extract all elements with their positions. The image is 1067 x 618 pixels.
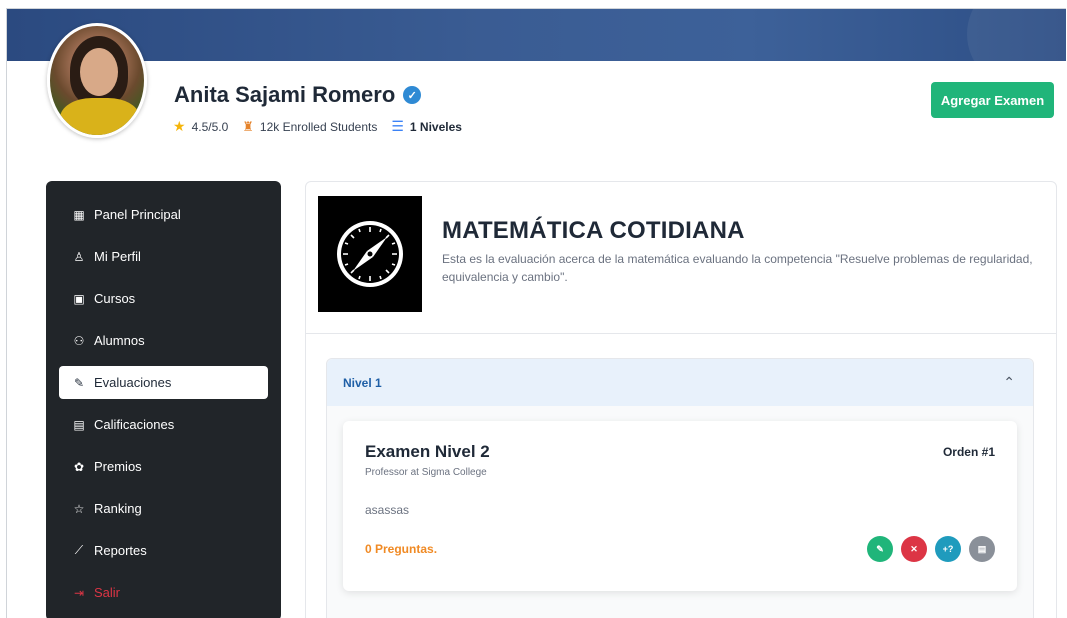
- sidebar-item-label: Panel Principal: [94, 207, 181, 222]
- sidebar: ▦ Panel Principal ♙ Mi Perfil ▣ Cursos ⚇…: [46, 181, 281, 618]
- profile-name: Anita Sajami Romero ✓: [174, 82, 422, 108]
- sidebar-item-label: Evaluaciones: [94, 375, 172, 390]
- question-count: 0 Preguntas.: [365, 542, 438, 556]
- profile-name-text: Anita Sajami Romero: [174, 82, 396, 107]
- levels-text: 1 Niveles: [409, 119, 462, 134]
- exam-title: Examen Nivel 2: [365, 442, 490, 461]
- accordion-title: Nivel 1: [343, 375, 382, 390]
- card-icon: ▤: [73, 417, 85, 432]
- trophy-icon: ♜: [242, 118, 254, 134]
- sidebar-item-ranking[interactable]: ☆ Ranking: [59, 492, 268, 525]
- level-accordion: Nivel 1 ⌃ Examen Nivel 2 Professor at Si…: [326, 358, 1034, 618]
- add-question-icon: +?: [942, 544, 954, 554]
- sidebar-item-evaluaciones[interactable]: ✎ Evaluaciones: [59, 366, 268, 399]
- close-icon: ✕: [910, 543, 918, 554]
- logout-icon: ⇥: [73, 585, 85, 600]
- students-text: 12k Enrolled Students: [259, 119, 378, 134]
- add-exam-button[interactable]: Agregar Examen: [931, 82, 1054, 118]
- sidebar-item-premios[interactable]: ✿ Premios: [59, 450, 268, 483]
- avatar: [47, 23, 147, 138]
- edit-icon: ✎: [73, 375, 85, 390]
- sidebar-item-calificaciones[interactable]: ▤ Calificaciones: [59, 408, 268, 441]
- sidebar-item-label: Reportes: [94, 543, 147, 558]
- add-question-button[interactable]: +?: [935, 536, 961, 562]
- user-icon: ♙: [73, 249, 85, 264]
- exam-actions: ✎ ✕ +? ▤: [867, 536, 995, 562]
- sidebar-item-label: Premios: [94, 459, 142, 474]
- card-icon: ▤: [977, 543, 987, 554]
- chevron-up-icon[interactable]: ⌃: [1003, 374, 1015, 391]
- course-title: MATEMÁTICA COTIDIANA: [442, 217, 745, 244]
- course-card: MATEMÁTICA COTIDIANA Esta es la evaluaci…: [305, 181, 1057, 618]
- banner-decoration: [967, 9, 1066, 61]
- compass-icon: [337, 221, 403, 287]
- award-icon: ✿: [73, 459, 85, 474]
- delete-button[interactable]: ✕: [901, 536, 927, 562]
- sidebar-item-panel-principal[interactable]: ▦ Panel Principal: [59, 198, 268, 231]
- sidebar-item-alumnos[interactable]: ⚇ Alumnos: [59, 324, 268, 357]
- sidebar-item-mi-perfil[interactable]: ♙ Mi Perfil: [59, 240, 268, 273]
- users-icon: ⚇: [73, 333, 85, 348]
- sidebar-item-label: Calificaciones: [94, 417, 175, 432]
- sidebar-item-label: Salir: [94, 585, 121, 600]
- app-frame: Anita Sajami Romero ✓ ★ 4.5/5.0 ♜ 12k En…: [6, 8, 1066, 618]
- sidebar-item-reportes[interactable]: ⟋ Reportes: [59, 534, 268, 567]
- list-icon: ☰: [391, 118, 404, 134]
- sidebar-item-label: Mi Perfil: [94, 249, 141, 264]
- sidebar-item-salir[interactable]: ⇥ Salir: [59, 576, 268, 609]
- sidebar-item-label: Ranking: [94, 501, 142, 516]
- course-description: Esta es la evaluación acerca de la matem…: [442, 252, 1033, 284]
- verified-icon: ✓: [403, 86, 422, 104]
- edit-icon: ✎: [876, 543, 884, 554]
- course-thumbnail: [318, 196, 422, 312]
- star-outline-icon: ☆: [73, 501, 85, 516]
- exam-order: Orden #1: [942, 445, 995, 459]
- grid-icon: ▦: [73, 207, 85, 222]
- sidebar-item-label: Cursos: [94, 291, 136, 306]
- exam-subtitle: Professor at Sigma College: [365, 467, 487, 478]
- sidebar-item-cursos[interactable]: ▣ Cursos: [59, 282, 268, 315]
- details-button[interactable]: ▤: [969, 536, 995, 562]
- edit-button[interactable]: ✎: [867, 536, 893, 562]
- course-header: MATEMÁTICA COTIDIANA Esta es la evaluaci…: [306, 182, 1056, 334]
- video-icon: ▣: [73, 291, 85, 306]
- exam-description: asassas: [365, 503, 410, 517]
- exam-card: Examen Nivel 2 Professor at Sigma Colleg…: [343, 421, 1017, 591]
- profile-stats: ★ 4.5/5.0 ♜ 12k Enrolled Students ☰ 1 Ni…: [173, 118, 462, 135]
- sidebar-item-label: Alumnos: [94, 333, 145, 348]
- rating-text: 4.5/5.0: [191, 119, 229, 134]
- accordion-header[interactable]: Nivel 1 ⌃: [327, 359, 1033, 406]
- profile-banner: [7, 9, 1066, 61]
- star-icon: ★: [173, 118, 186, 134]
- chart-icon: ⟋: [74, 543, 84, 557]
